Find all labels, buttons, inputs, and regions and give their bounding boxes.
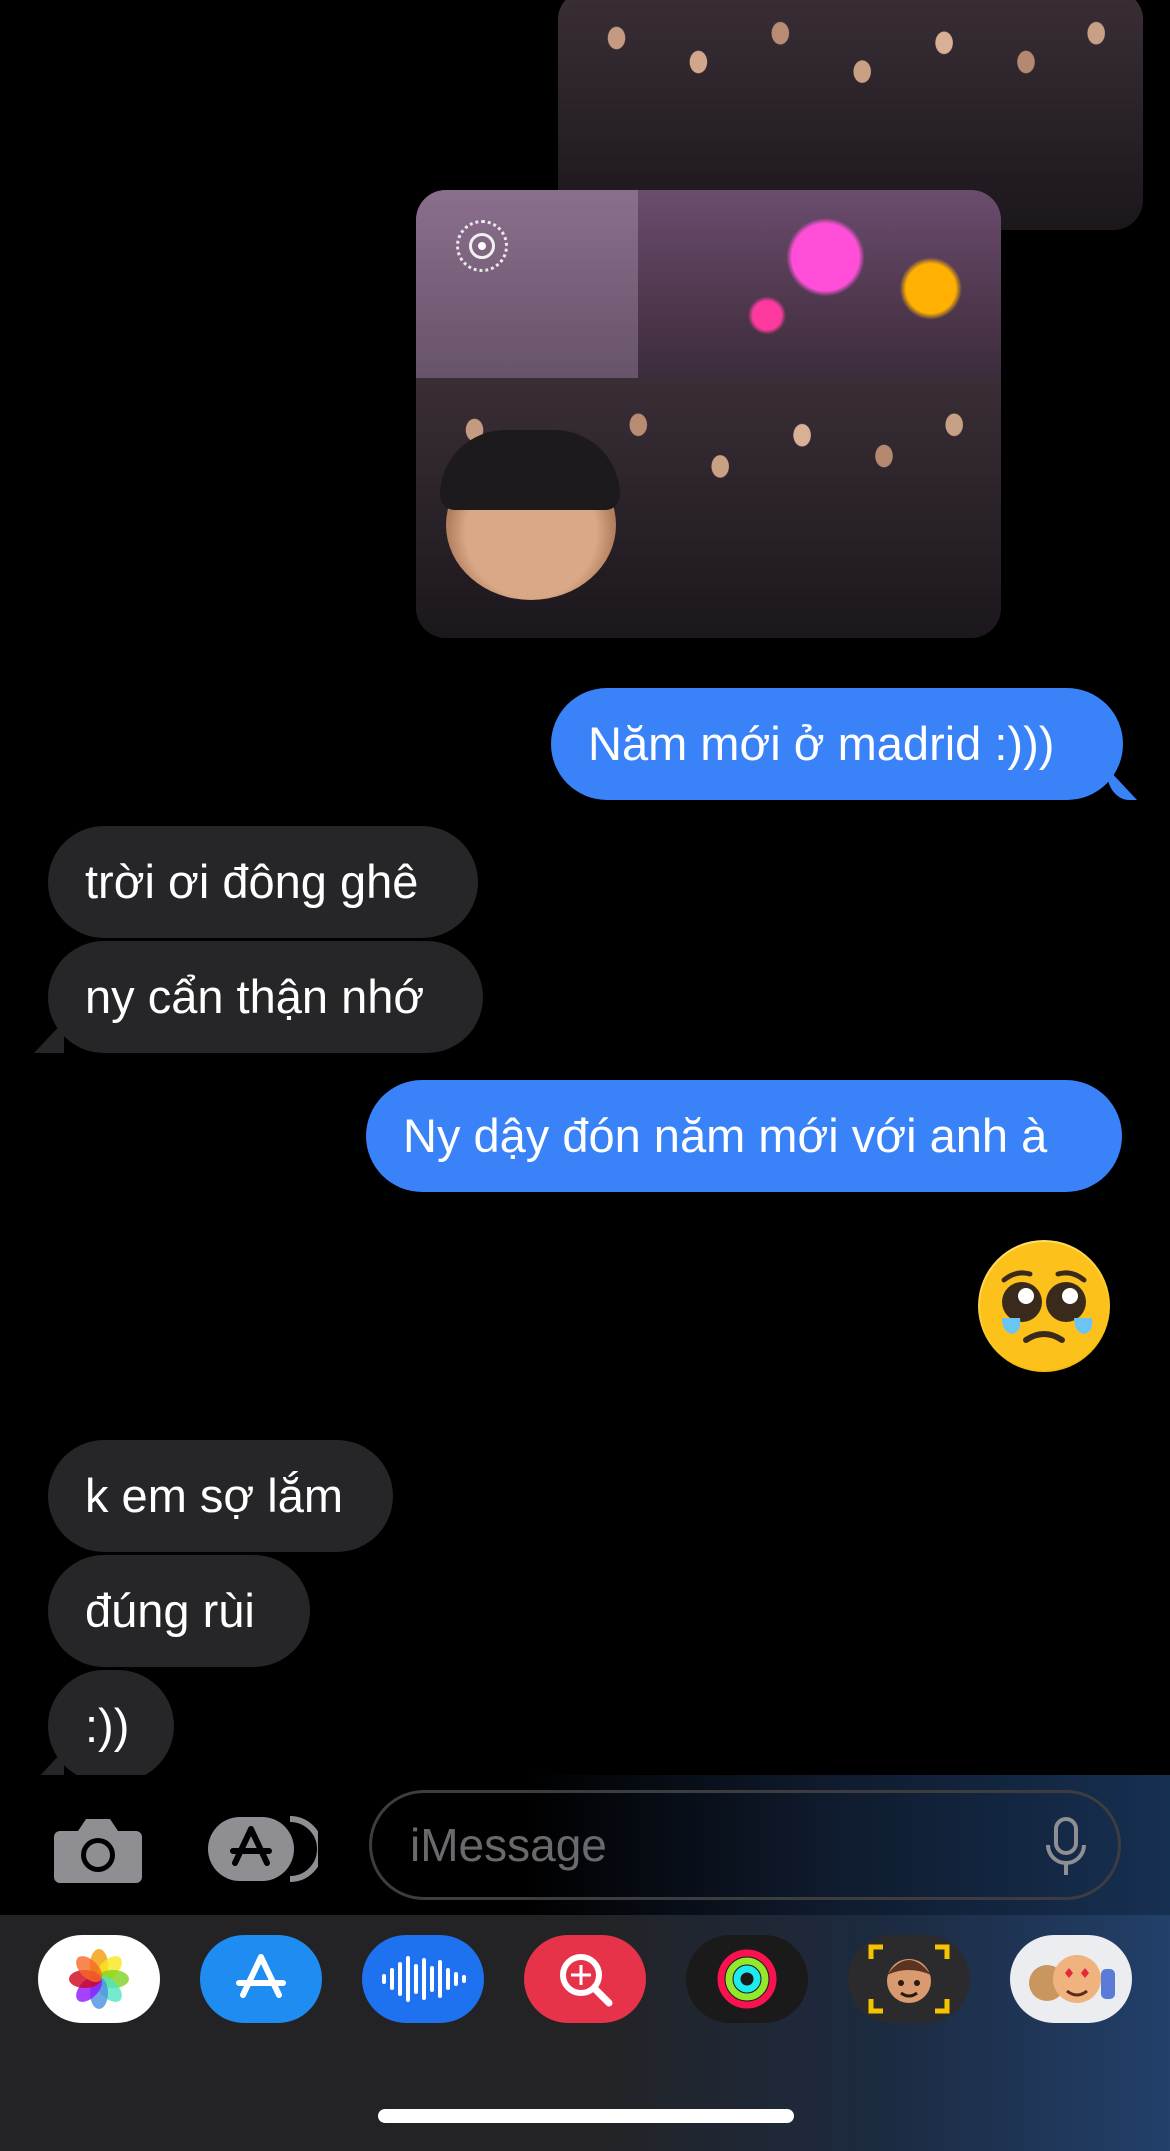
imessage-input[interactable]: iMessage — [369, 1790, 1121, 1900]
camera-button[interactable] — [52, 1813, 144, 1885]
message-bubble-incoming[interactable]: :)) — [48, 1670, 174, 1775]
imessage-placeholder: iMessage — [410, 1819, 607, 1871]
audio-message-icon — [382, 1956, 466, 2002]
memoji-icon — [868, 1944, 950, 2014]
pleading-face-emoji[interactable] — [978, 1240, 1110, 1372]
photos-icon — [69, 1949, 129, 2009]
fitness-activity-button[interactable] — [686, 1935, 808, 2023]
home-indicator[interactable] — [378, 2109, 794, 2123]
memoji-stickers-icon — [1029, 1955, 1115, 2003]
message-bubble-incoming[interactable]: k em sợ lắm — [48, 1440, 393, 1552]
apps-button[interactable] — [206, 1813, 318, 1885]
photo-beanie — [440, 430, 620, 510]
memoji-stickers-button[interactable] — [1010, 1935, 1132, 2023]
fitness-activity-icon — [717, 1949, 777, 2009]
message-bubble-incoming[interactable]: đúng rùi — [48, 1555, 310, 1667]
camera-icon — [54, 1819, 142, 1883]
pleading-face-icon — [980, 1242, 1108, 1370]
images-search-icon — [560, 1954, 613, 2007]
memoji-button[interactable] — [848, 1935, 970, 2023]
images-search-button[interactable] — [524, 1935, 646, 2023]
photos-app-button[interactable] — [38, 1935, 160, 2023]
audio-message-button[interactable] — [362, 1935, 484, 2023]
message-bubble-outgoing[interactable]: Ny dậy đón năm mới với anh à — [366, 1080, 1122, 1192]
app-store-icon — [236, 1954, 286, 1998]
app-store-icon — [208, 1816, 318, 1882]
app-store-button[interactable] — [200, 1935, 322, 2023]
message-bubble-incoming[interactable]: ny cẩn thận nhớ — [48, 941, 483, 1053]
photo-attachment[interactable] — [416, 190, 1001, 638]
microphone-icon[interactable] — [1044, 1817, 1088, 1877]
message-bubble-outgoing[interactable]: Năm mới ở madrid :))) — [551, 688, 1123, 800]
live-photo-icon[interactable] — [456, 220, 508, 272]
message-thread[interactable]: Năm mới ở madrid :))) trời ơi đông ghê n… — [0, 0, 1170, 1775]
compose-bar: iMessage — [0, 1775, 1170, 1915]
message-bubble-incoming[interactable]: trời ơi đông ghê — [48, 826, 478, 938]
